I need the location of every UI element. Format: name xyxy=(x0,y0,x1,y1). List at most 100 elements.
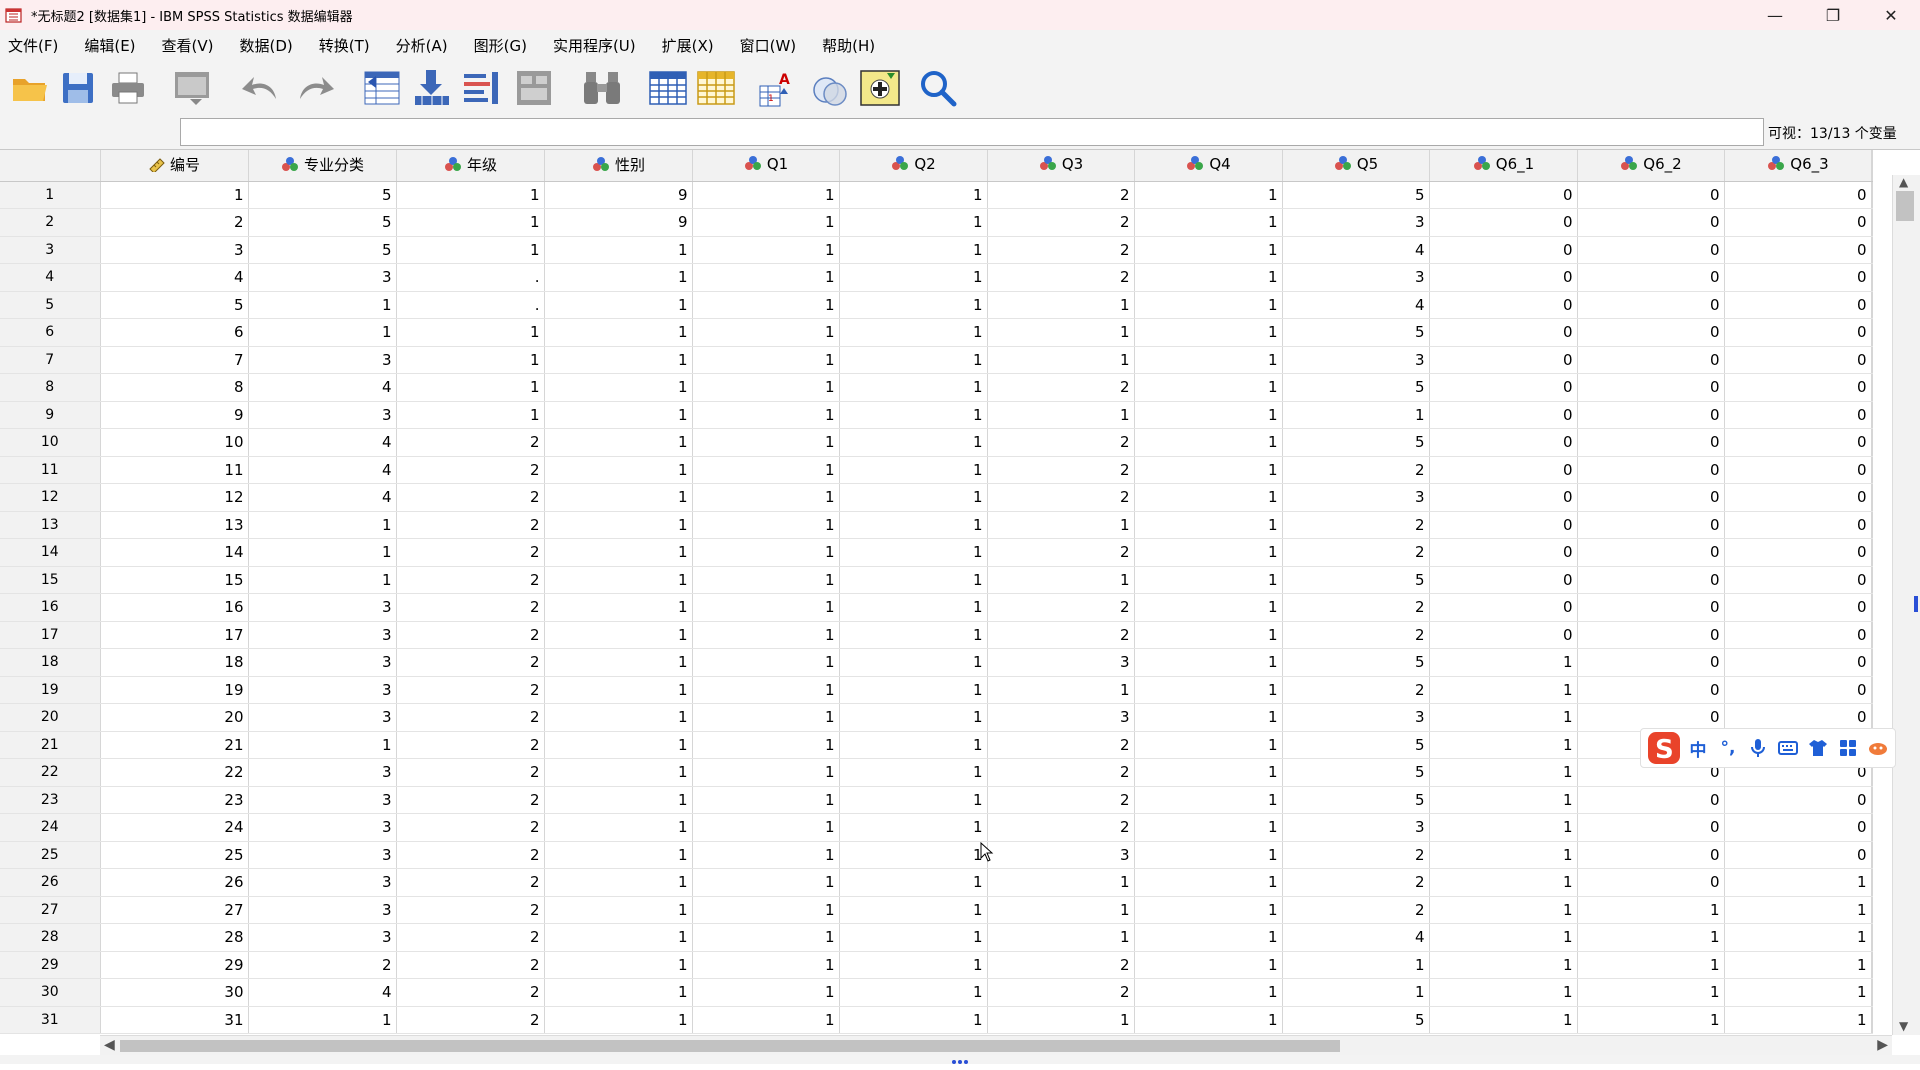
data-cell[interactable]: 1 xyxy=(1724,923,1872,952)
data-cell[interactable]: 1 xyxy=(544,1006,693,1034)
data-cell[interactable]: 1 xyxy=(987,401,1135,429)
data-cell[interactable]: 2 xyxy=(1282,896,1430,924)
data-cell[interactable]: 2 xyxy=(1282,676,1430,704)
data-cell[interactable]: 1 xyxy=(839,373,988,402)
row-number[interactable]: 3 xyxy=(0,236,101,264)
data-cell[interactable]: 1 xyxy=(839,428,988,457)
data-cell[interactable]: 0 xyxy=(1724,181,1872,209)
data-cell[interactable]: 2 xyxy=(987,456,1135,484)
row-number[interactable]: 12 xyxy=(0,483,101,512)
data-cell[interactable]: 0 xyxy=(1724,676,1872,704)
data-cell[interactable]: 2 xyxy=(987,621,1135,649)
data-cell[interactable]: 1 xyxy=(1429,951,1578,979)
data-cell[interactable]: 1 xyxy=(839,786,988,814)
data-cell[interactable]: 1 xyxy=(544,401,693,429)
data-cell[interactable]: 2 xyxy=(248,951,397,979)
data-cell[interactable]: 1 xyxy=(839,511,988,539)
data-cell[interactable]: 1 xyxy=(987,291,1135,319)
data-cell[interactable]: 0 xyxy=(1724,236,1872,264)
row-number[interactable]: 5 xyxy=(0,291,101,319)
data-cell[interactable]: 1 xyxy=(1724,951,1872,979)
data-cell[interactable]: 3 xyxy=(987,703,1135,732)
data-cell[interactable]: 1 xyxy=(544,291,693,319)
data-cell[interactable]: 1 xyxy=(396,401,545,429)
data-cell[interactable]: 0 xyxy=(1724,621,1872,649)
data-cell[interactable]: 2 xyxy=(396,813,545,842)
data-cell[interactable]: 1 xyxy=(692,593,840,622)
data-cell[interactable]: 1 xyxy=(692,456,840,484)
data-cell[interactable]: 2 xyxy=(396,841,545,869)
scroll-right-icon[interactable]: ▶ xyxy=(1877,1037,1888,1053)
find-icon[interactable] xyxy=(580,66,624,110)
data-cell[interactable]: 1 xyxy=(692,676,840,704)
data-cell[interactable]: 1 xyxy=(692,731,840,759)
menu-graphs[interactable]: 图形(G) xyxy=(474,35,527,56)
data-cell[interactable]: 1 xyxy=(1724,1006,1872,1034)
data-cell[interactable]: 2 xyxy=(987,731,1135,759)
redo-icon[interactable] xyxy=(294,66,338,110)
data-cell[interactable]: 4 xyxy=(248,428,397,457)
data-cell[interactable]: 1 xyxy=(839,676,988,704)
data-cell[interactable]: 0 xyxy=(1429,291,1578,319)
data-cell[interactable]: 1 xyxy=(1429,676,1578,704)
data-cell[interactable]: 1 xyxy=(692,373,840,402)
data-cell[interactable]: . xyxy=(396,291,545,319)
data-cell[interactable]: 1 xyxy=(100,181,249,209)
data-cell[interactable]: 1 xyxy=(692,841,840,869)
data-cell[interactable]: 0 xyxy=(1577,291,1725,319)
data-cell[interactable]: 1 xyxy=(1282,401,1430,429)
data-cell[interactable]: 11 xyxy=(100,456,249,484)
insert-variable-icon[interactable] xyxy=(694,66,738,110)
data-cell[interactable]: 0 xyxy=(1724,401,1872,429)
row-number[interactable]: 10 xyxy=(0,428,101,457)
data-cell[interactable]: 1 xyxy=(1429,813,1578,842)
data-cell[interactable]: 0 xyxy=(1577,868,1725,897)
column-header[interactable]: Q5 xyxy=(1282,150,1430,182)
data-cell[interactable]: 0 xyxy=(1577,841,1725,869)
data-cell[interactable]: 2 xyxy=(987,263,1135,292)
data-cell[interactable]: 1 xyxy=(544,511,693,539)
data-cell[interactable]: 5 xyxy=(248,236,397,264)
data-cell[interactable]: 4 xyxy=(1282,236,1430,264)
data-cell[interactable]: 0 xyxy=(1429,511,1578,539)
data-cell[interactable]: 2 xyxy=(396,978,545,1007)
data-cell[interactable]: 0 xyxy=(1577,428,1725,457)
data-cell[interactable]: 0 xyxy=(1429,318,1578,347)
data-cell[interactable]: 1 xyxy=(692,538,840,567)
data-cell[interactable]: 0 xyxy=(1577,621,1725,649)
menu-file[interactable]: 文件(F) xyxy=(8,35,58,56)
data-cell[interactable]: 4 xyxy=(100,263,249,292)
data-cell[interactable]: 0 xyxy=(1577,181,1725,209)
insert-cases-icon[interactable] xyxy=(646,66,690,110)
data-cell[interactable]: 2 xyxy=(396,923,545,952)
data-cell[interactable]: 2 xyxy=(396,731,545,759)
data-cell[interactable]: 1 xyxy=(1134,208,1283,237)
column-header[interactable]: Q2 xyxy=(839,150,988,182)
restore-button[interactable]: ❐ xyxy=(1804,0,1862,30)
data-cell[interactable]: 1 xyxy=(1577,951,1725,979)
data-cell[interactable]: 3 xyxy=(248,841,397,869)
data-cell[interactable]: 1 xyxy=(544,868,693,897)
data-cell[interactable]: 1 xyxy=(544,263,693,292)
data-cell[interactable]: 0 xyxy=(1429,538,1578,567)
data-cell[interactable]: 2 xyxy=(987,951,1135,979)
data-cell[interactable]: 0 xyxy=(1724,841,1872,869)
data-cell[interactable]: 1 xyxy=(544,896,693,924)
scroll-up-icon[interactable]: ▲ xyxy=(1899,175,1908,189)
data-cell[interactable]: 1 xyxy=(1282,978,1430,1007)
data-cell[interactable]: 1 xyxy=(839,978,988,1007)
data-cell[interactable]: 1 xyxy=(692,346,840,374)
spss-app-icon[interactable] xyxy=(3,4,25,26)
data-cell[interactable]: 1 xyxy=(1134,263,1283,292)
skin-icon[interactable] xyxy=(1803,733,1833,763)
open-folder-icon[interactable] xyxy=(8,66,52,110)
data-cell[interactable]: 1 xyxy=(1429,978,1578,1007)
data-cell[interactable]: 1 xyxy=(987,318,1135,347)
column-header[interactable]: 年级 xyxy=(396,150,545,182)
row-number[interactable]: 14 xyxy=(0,538,101,567)
data-cell[interactable]: 2 xyxy=(987,181,1135,209)
data-cell[interactable]: 3 xyxy=(248,703,397,732)
data-cell[interactable]: 5 xyxy=(1282,428,1430,457)
data-cell[interactable]: 1 xyxy=(544,813,693,842)
row-number[interactable]: 27 xyxy=(0,896,101,924)
